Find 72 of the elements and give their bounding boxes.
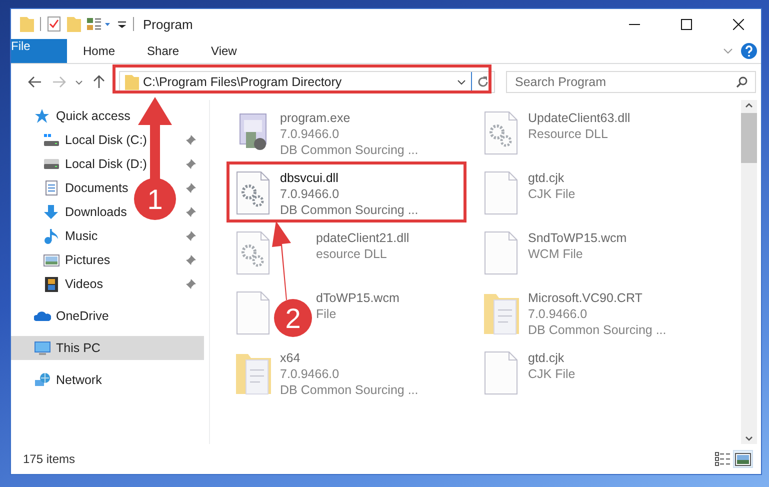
file-detail: File bbox=[316, 306, 338, 322]
folder-icon bbox=[20, 16, 34, 32]
chevron-down-icon bbox=[75, 80, 83, 84]
star-icon bbox=[34, 108, 51, 124]
file-detail: DB Common Sourcing ... bbox=[280, 202, 418, 218]
sidebar-item[interactable]: This PC bbox=[11, 336, 204, 360]
videos-icon bbox=[43, 276, 60, 292]
sidebar-item[interactable]: Videos bbox=[11, 272, 204, 296]
sidebar-item[interactable]: Network bbox=[11, 368, 204, 392]
search-icon bbox=[736, 76, 748, 88]
file-name: dbsvcui.dll bbox=[280, 170, 340, 186]
documents-icon bbox=[43, 180, 60, 196]
file-menu-tab[interactable]: File bbox=[11, 39, 67, 63]
help-icon[interactable] bbox=[741, 43, 757, 59]
close-icon bbox=[732, 18, 744, 30]
up-arrow-icon bbox=[93, 75, 105, 89]
ribbon-tab[interactable]: Share bbox=[131, 39, 196, 63]
sidebar-item[interactable]: OneDrive bbox=[11, 304, 204, 328]
details-view-button[interactable] bbox=[713, 450, 733, 468]
sidebar-item[interactable]: Quick access bbox=[11, 104, 204, 128]
customize-icon[interactable] bbox=[87, 17, 111, 31]
disk-windows-icon bbox=[43, 132, 60, 148]
file-detail: 7.0.9466.0 bbox=[280, 366, 340, 382]
file-detail: DB Common Sourcing ... bbox=[528, 322, 666, 338]
window-title: Program bbox=[143, 16, 194, 32]
file-detail: DB Common Sourcing ... bbox=[280, 142, 418, 158]
file-name: pdateClient21.dll bbox=[316, 230, 410, 246]
step-marker: 2 bbox=[274, 299, 312, 337]
network-icon bbox=[34, 372, 51, 388]
scrollbar[interactable] bbox=[741, 100, 757, 444]
sidebar-item[interactable]: Local Disk (C:) bbox=[11, 128, 204, 152]
file-detail: 7.0.9466.0 bbox=[280, 186, 340, 202]
dropdown-icon[interactable] bbox=[117, 19, 127, 29]
file-name: dToWP15.wcm bbox=[316, 290, 400, 306]
file-name: SndToWP15.wcm bbox=[528, 230, 627, 246]
file-detail: WCM File bbox=[528, 246, 584, 262]
folder-icon bbox=[125, 74, 139, 90]
expand-ribbon-icon[interactable] bbox=[723, 48, 733, 54]
music-icon bbox=[43, 228, 60, 244]
sidebar-item[interactable]: Music bbox=[11, 224, 204, 248]
file-detail: DB Common Sourcing ... bbox=[280, 382, 418, 398]
file-name: gtd.cjk bbox=[528, 350, 566, 366]
item-count: 175 items bbox=[23, 452, 76, 466]
refresh-icon[interactable] bbox=[477, 76, 489, 88]
step-marker: 1 bbox=[134, 178, 176, 220]
address-bar[interactable]: C:\Program Files\Program Directory bbox=[119, 71, 495, 93]
file-name: x64 bbox=[280, 350, 302, 366]
file-detail: esource DLL bbox=[316, 246, 388, 262]
file-name: Microsoft.VC90.CRT bbox=[528, 290, 644, 306]
properties-icon[interactable] bbox=[47, 16, 61, 32]
search-field[interactable]: Search Program bbox=[506, 71, 756, 93]
large-icons-view-button[interactable] bbox=[733, 450, 753, 468]
file-name: program.exe bbox=[280, 110, 352, 126]
sidebar-item[interactable]: Pictures bbox=[11, 248, 204, 272]
file-detail: Resource DLL bbox=[528, 126, 609, 142]
ribbon-tab[interactable]: View bbox=[195, 39, 253, 63]
scroll-thumb[interactable] bbox=[741, 113, 757, 163]
ribbon-tab[interactable]: Home bbox=[67, 39, 132, 63]
file-name: gtd.cjk bbox=[528, 170, 566, 186]
address-path: C:\Program Files\Program Directory bbox=[142, 75, 343, 89]
computer-icon bbox=[34, 340, 51, 356]
pictures-icon bbox=[43, 252, 60, 268]
dropdown-icon[interactable] bbox=[456, 80, 466, 84]
file-detail: 7.0.9466.0 bbox=[528, 306, 588, 322]
back-arrow-icon bbox=[28, 76, 42, 88]
maximize-icon bbox=[680, 18, 692, 30]
file-detail: 7.0.9466.0 bbox=[280, 126, 340, 142]
file-detail: CJK File bbox=[528, 366, 576, 382]
file-detail: CJK File bbox=[528, 186, 576, 202]
forward-arrow-icon bbox=[52, 76, 66, 88]
file-name: UpdateClient63.dll bbox=[528, 110, 630, 126]
downloads-icon bbox=[43, 204, 60, 220]
